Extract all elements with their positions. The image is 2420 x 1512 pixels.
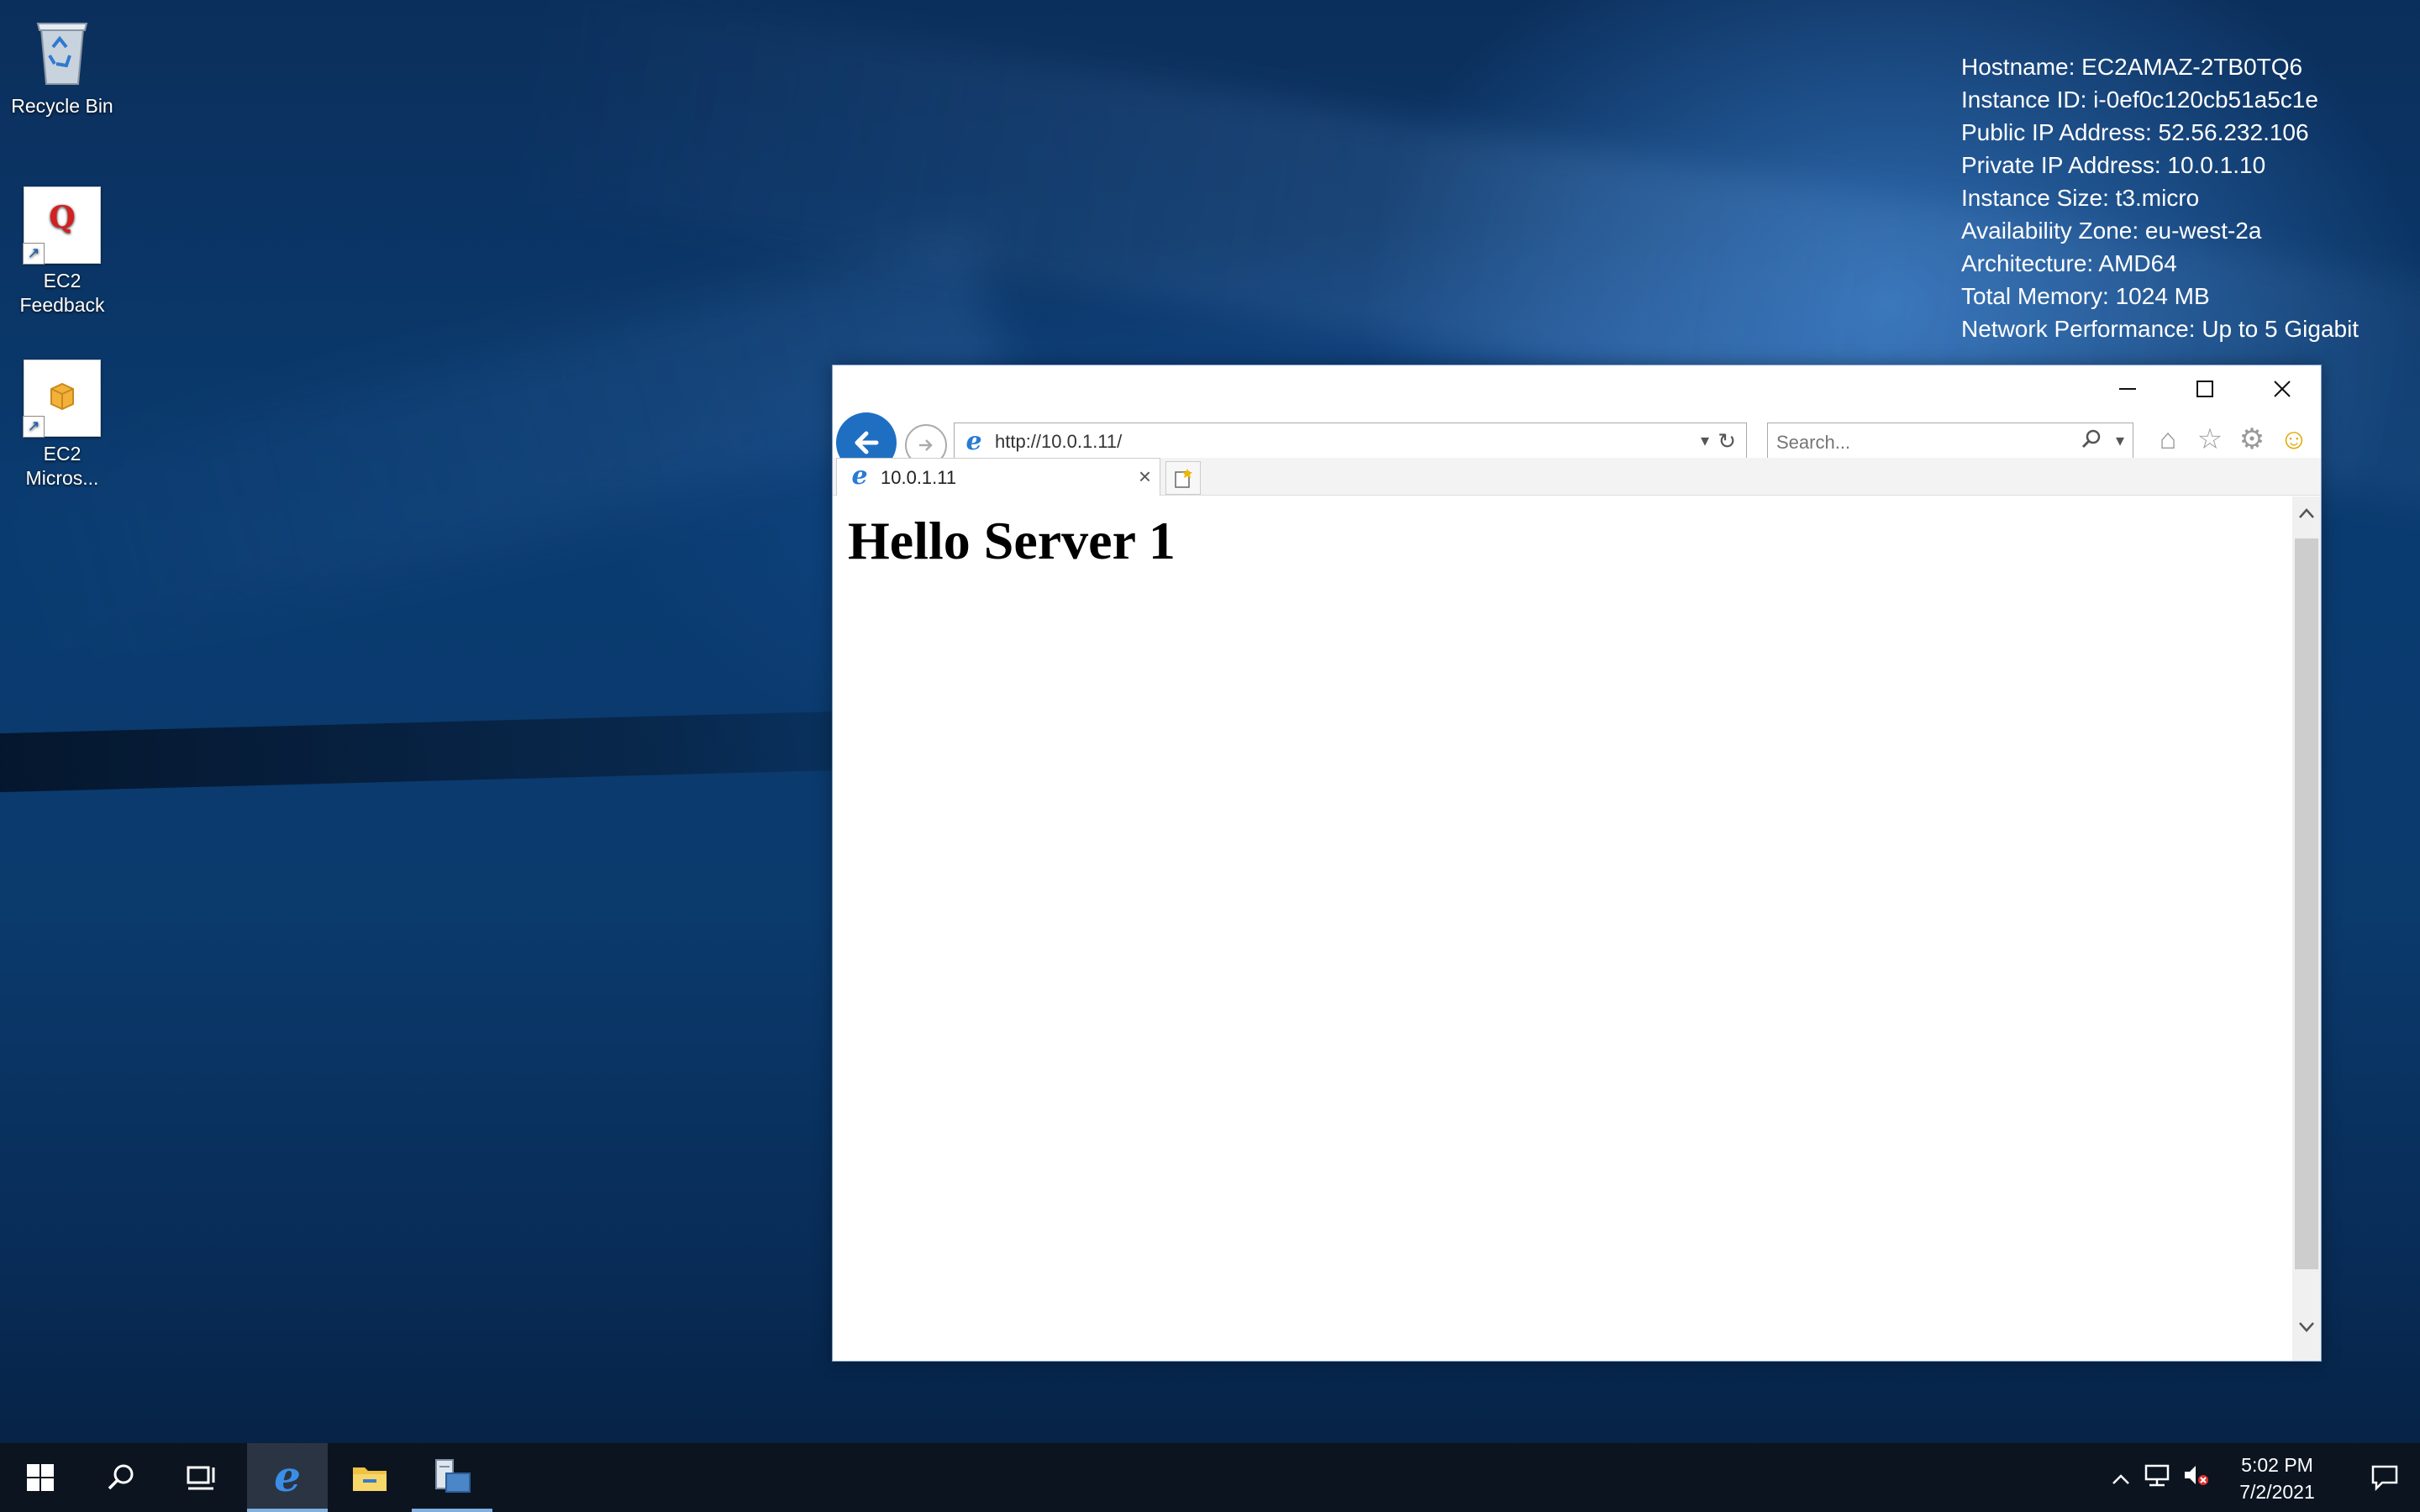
tab-active[interactable]: e 10.0.1.11 × bbox=[836, 458, 1160, 496]
tab-close-icon[interactable]: × bbox=[1139, 464, 1151, 490]
back-arrow-icon bbox=[855, 431, 879, 454]
ie-tab-icon: e bbox=[851, 461, 868, 491]
address-dropdown-icon[interactable]: ▾ bbox=[1701, 430, 1709, 451]
address-bar[interactable]: e http://10.0.1.11/ ▾ ↻ bbox=[954, 423, 1747, 463]
action-center-button[interactable] bbox=[2353, 1443, 2417, 1512]
tab-bar: e 10.0.1.11 × bbox=[833, 458, 2321, 496]
taskbar-file-explorer[interactable] bbox=[329, 1443, 410, 1512]
search-icon[interactable] bbox=[2081, 428, 2102, 456]
toolbar-icons: ⌂ ☆ ⚙ ☺ bbox=[2150, 421, 2312, 458]
sysinfo-public-ip: Public IP Address: 52.56.232.106 bbox=[1961, 119, 2309, 145]
search-box[interactable]: ▾ bbox=[1767, 423, 2133, 463]
ie-page-icon: e bbox=[965, 427, 982, 456]
task-view-icon bbox=[187, 1466, 215, 1490]
desktop-icon-label: EC2 Feedback bbox=[19, 270, 105, 316]
recycle-bin-icon bbox=[24, 13, 100, 89]
maximize-icon bbox=[2196, 381, 2213, 397]
system-tray bbox=[2104, 1443, 2215, 1512]
taskbar-internet-explorer[interactable]: e bbox=[247, 1443, 328, 1512]
close-icon bbox=[2274, 381, 2291, 397]
start-button[interactable] bbox=[0, 1443, 81, 1512]
browser-window: e http://10.0.1.11/ ▾ ↻ ▾ ⌂ ☆ ⚙ ☺ e bbox=[832, 365, 2322, 1362]
minimize-button[interactable] bbox=[2089, 365, 2166, 412]
minimize-icon bbox=[2119, 388, 2136, 390]
desktop-icon-ec2-microsoft[interactable]: ↗ EC2 Micros... bbox=[0, 360, 124, 491]
desktop-icon-ec2-feedback[interactable]: Q ↗ EC2 Feedback bbox=[0, 186, 124, 318]
file-explorer-icon bbox=[353, 1467, 387, 1491]
network-icon[interactable] bbox=[2138, 1462, 2176, 1494]
volume-muted-icon[interactable] bbox=[2176, 1462, 2215, 1494]
scroll-up-icon[interactable] bbox=[2292, 496, 2321, 530]
ec2-microsoft-icon: ↗ bbox=[23, 360, 101, 438]
notification-icon bbox=[2371, 1465, 2398, 1491]
taskbar: e 5:02 PM 7/2/2021 bbox=[0, 1443, 2420, 1512]
feedback-smiley-icon[interactable]: ☺ bbox=[2276, 421, 2312, 458]
clock-time: 5:02 PM bbox=[2241, 1454, 2313, 1476]
windows-logo-icon bbox=[27, 1464, 54, 1491]
show-hidden-icons-chevron-icon[interactable] bbox=[2104, 1464, 2138, 1492]
sysinfo-private-ip: Private IP Address: 10.0.1.10 bbox=[1961, 152, 2266, 178]
desktop: Recycle Bin Q ↗ EC2 Feedback ↗ EC2 Micro… bbox=[0, 0, 2420, 1512]
search-taskbar-button[interactable] bbox=[81, 1443, 161, 1512]
home-icon[interactable]: ⌂ bbox=[2150, 421, 2186, 458]
sysinfo-availability-zone: Availability Zone: eu-west-2a bbox=[1961, 218, 2262, 244]
system-info-overlay: Hostname: EC2AMAZ-2TB0TQ6 Instance ID: i… bbox=[1961, 50, 2359, 345]
sysinfo-network-performance: Network Performance: Up to 5 Gigabit bbox=[1961, 316, 2360, 342]
close-button[interactable] bbox=[2244, 365, 2321, 412]
server-manager-icon bbox=[435, 1459, 471, 1493]
ec2-feedback-icon: Q ↗ bbox=[23, 186, 101, 265]
navigation-bar: e http://10.0.1.11/ ▾ ↻ ▾ ⌂ ☆ ⚙ ☺ bbox=[833, 411, 2321, 473]
forward-arrow-icon bbox=[919, 439, 933, 451]
search-icon bbox=[108, 1464, 134, 1490]
ec2-feedback-glyph: Q bbox=[49, 200, 76, 235]
desktop-icon-recycle-bin[interactable]: Recycle Bin bbox=[0, 13, 124, 118]
clock[interactable]: 5:02 PM 7/2/2021 bbox=[2218, 1452, 2336, 1505]
clock-date: 7/2/2021 bbox=[2239, 1481, 2315, 1503]
vertical-scrollbar[interactable] bbox=[2292, 496, 2321, 1361]
refresh-icon[interactable]: ↻ bbox=[1718, 428, 1736, 454]
maximize-button[interactable] bbox=[2166, 365, 2244, 412]
search-dropdown-icon[interactable]: ▾ bbox=[2116, 430, 2124, 451]
sysinfo-hostname: Hostname: EC2AMAZ-2TB0TQ6 bbox=[1961, 54, 2303, 80]
window-controls bbox=[2089, 365, 2321, 412]
address-text: http://10.0.1.11/ bbox=[995, 431, 1123, 452]
tab-title: 10.0.1.11 bbox=[881, 467, 957, 488]
new-tab-icon bbox=[1175, 469, 1192, 488]
page-content: Hello Server 1 bbox=[833, 496, 2290, 1361]
sysinfo-total-memory: Total Memory: 1024 MB bbox=[1961, 283, 2210, 309]
sysinfo-instance-size: Instance Size: t3.micro bbox=[1961, 185, 2200, 211]
new-tab-button[interactable] bbox=[1165, 461, 1201, 495]
desktop-icon-label: Recycle Bin bbox=[11, 95, 113, 117]
search-input[interactable] bbox=[1775, 430, 2072, 455]
sysinfo-architecture: Architecture: AMD64 bbox=[1961, 250, 2177, 276]
sysinfo-instance-id: Instance ID: i-0ef0c120cb51a5c1e bbox=[1961, 87, 2318, 113]
desktop-icon-label: EC2 Micros... bbox=[25, 443, 99, 489]
favorites-star-icon[interactable]: ☆ bbox=[2192, 421, 2228, 458]
taskbar-server-manager[interactable] bbox=[412, 1443, 492, 1512]
settings-gear-icon[interactable]: ⚙ bbox=[2234, 421, 2270, 458]
page-heading: Hello Server 1 bbox=[848, 511, 1176, 570]
shortcut-arrow-icon: ↗ bbox=[23, 243, 45, 265]
scroll-thumb[interactable] bbox=[2295, 538, 2318, 1269]
shortcut-arrow-icon: ↗ bbox=[23, 416, 45, 438]
scroll-down-icon[interactable] bbox=[2292, 1310, 2321, 1344]
internet-explorer-icon: e bbox=[274, 1451, 301, 1501]
task-view-button[interactable] bbox=[161, 1443, 242, 1512]
